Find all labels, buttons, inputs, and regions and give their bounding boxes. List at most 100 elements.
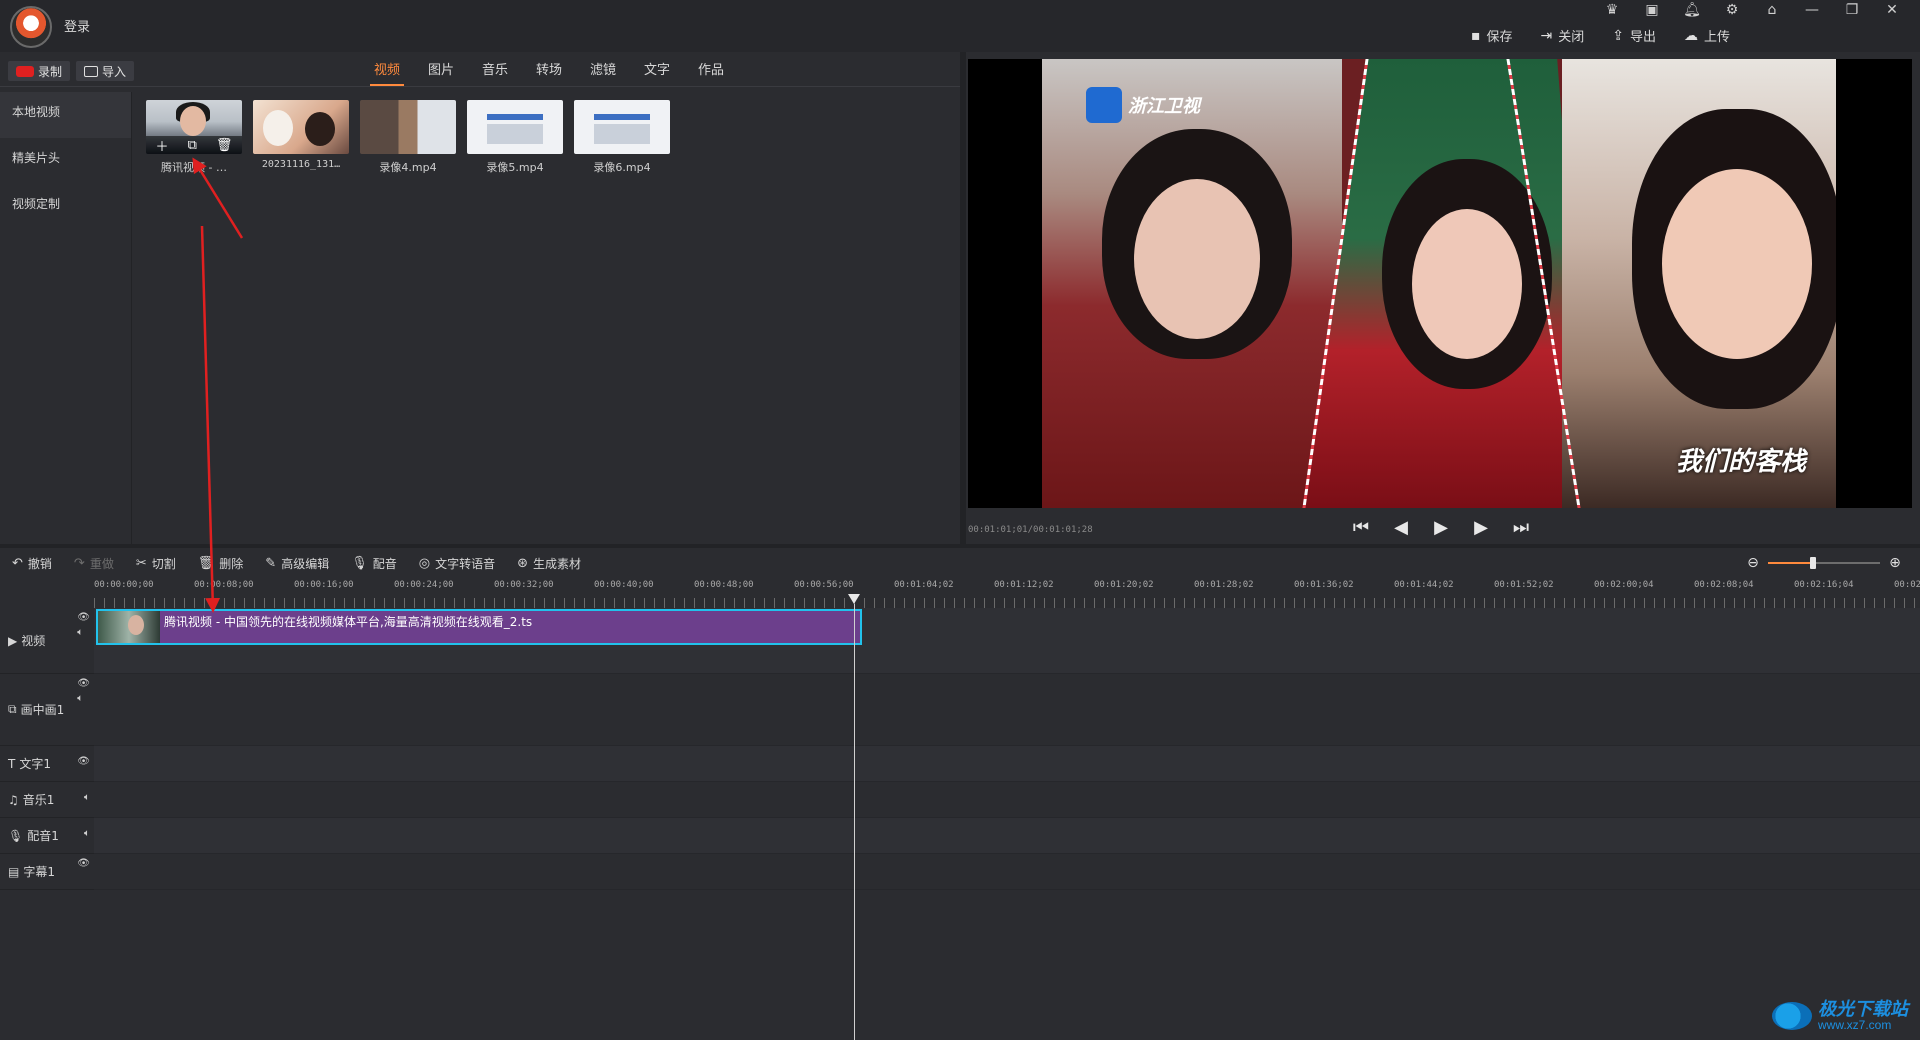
ruler-tick-label: 00:01:28;02 [1194, 580, 1254, 590]
track-head-subtitle: ▤ 字幕1 👁︎ [0, 854, 94, 890]
tab-transition[interactable]: 转场 [522, 56, 576, 86]
text-to-speech-button[interactable]: ◎ 文字转语音 [419, 555, 495, 572]
skip-to-end-icon[interactable]: ⏭ [1510, 516, 1532, 538]
restore-icon[interactable]: ❐ [1832, 0, 1872, 20]
eye-icon[interactable]: 👁︎ [77, 612, 90, 623]
undo-icon: ↶ [12, 555, 23, 571]
eye-icon[interactable]: 👁︎ [77, 678, 90, 689]
ruler-ticks [94, 598, 1920, 608]
zoom-in-icon[interactable]: ⊕ [1888, 556, 1902, 570]
watermark-logo-icon [1772, 1002, 1812, 1031]
media-label: 腾讯视频 - … [161, 161, 227, 174]
voiceover-button[interactable]: 🎙︎ 配音 [351, 555, 397, 572]
timeline-zoom: ⊖ ⊕ [1746, 556, 1902, 570]
video-preview: 浙江卫视 我们的客栈 [968, 59, 1912, 508]
voiceover-track-lane[interactable] [94, 818, 1920, 854]
close-icon[interactable]: ✕ [1872, 0, 1912, 20]
eye-icon[interactable]: 👁︎ [77, 858, 90, 869]
zoom-out-icon[interactable]: ⊖ [1746, 556, 1760, 570]
media-thumbnail: ＋ ⧉ 🗑︎ [146, 100, 242, 154]
skip-to-start-icon[interactable]: ⏮ [1350, 516, 1372, 538]
save-button[interactable]: ▪ 保存 [1471, 26, 1513, 46]
media-item[interactable]: 录像6.mp4 [574, 100, 670, 175]
bell-icon[interactable]: 🔔︎ [1672, 0, 1712, 20]
upload-button[interactable]: ☁ 上传 [1684, 26, 1730, 46]
microphone-icon: 🎙︎ [351, 555, 368, 571]
record-button[interactable]: 录制 [8, 61, 71, 81]
eye-icon[interactable]: 👁︎ [77, 756, 90, 767]
media-tabs: 视频 图片 音乐 转场 滤镜 文字 作品 [360, 56, 738, 86]
ruler-tick-label: 00:01:52;02 [1494, 580, 1554, 590]
step-back-icon[interactable]: ◀ [1390, 516, 1412, 538]
timeline-ruler[interactable]: 00:00:00;00 00:00:08;00 00:00:16;00 00:00:2… [94, 578, 1920, 608]
text-track-lane[interactable] [94, 746, 1920, 782]
speaker-icon[interactable]: 🔈︎ [77, 627, 90, 638]
ruler-tick-label: 00:01:36;02 [1294, 580, 1354, 590]
tab-works[interactable]: 作品 [684, 56, 738, 86]
player-icon[interactable]: ▣ [1632, 0, 1672, 20]
close-project-label: 关闭 [1558, 30, 1585, 45]
play-icon[interactable]: ▶ [1430, 516, 1452, 538]
advanced-edit-button[interactable]: ✎ 高级编辑 [265, 555, 329, 572]
ruler-tick-label: 00:00:56;00 [794, 580, 854, 590]
sidebar: 本地视频 精美片头 视频定制 [0, 92, 132, 544]
scissors-icon: ✂ [135, 555, 147, 571]
sidebar-item-custom[interactable]: 视频定制 [0, 184, 131, 230]
minimize-icon[interactable]: — [1792, 0, 1832, 20]
zoom-slider-handle[interactable] [1810, 557, 1816, 569]
pip-icon[interactable]: ⧉ [188, 138, 197, 153]
media-label: 录像4.mp4 [379, 161, 437, 174]
music-track-lane[interactable] [94, 782, 1920, 818]
ruler-tick-label: 00:00:40;00 [594, 580, 654, 590]
cut-button[interactable]: ✂ 切割 [136, 555, 176, 572]
media-item[interactable]: ＋ ⧉ 🗑︎ 腾讯视频 - … [146, 100, 242, 175]
media-item[interactable]: 录像4.mp4 [360, 100, 456, 175]
delete-button[interactable]: 🗑︎ 删除 [198, 555, 244, 572]
tab-music[interactable]: 音乐 [468, 56, 522, 86]
import-icon [84, 65, 99, 77]
ruler-tick-label: 00:02:16;04 [1794, 580, 1854, 590]
undo-button[interactable]: ↶ 撤销 [12, 555, 52, 572]
tab-image[interactable]: 图片 [414, 56, 468, 86]
tab-video[interactable]: 视频 [360, 56, 414, 86]
add-to-timeline-icon[interactable]: ＋ [156, 136, 169, 155]
media-item[interactable]: 20231116_131… [253, 100, 349, 175]
speaker-icon[interactable]: 🔈︎ [84, 828, 90, 839]
media-item[interactable]: 录像5.mp4 [467, 100, 563, 175]
redo-button[interactable]: ↷ 重做 [74, 555, 114, 572]
zoom-slider[interactable] [1768, 557, 1880, 569]
subtitle-track-lane[interactable] [94, 854, 1920, 890]
tts-icon: ◎ [418, 555, 431, 571]
delete-icon[interactable]: 🗑︎ [216, 138, 233, 153]
gear-icon[interactable]: ⚙ [1712, 0, 1752, 20]
track-head-text: T 文字1 👁︎ [0, 746, 94, 782]
export-button[interactable]: ⇪ 导出 [1612, 26, 1656, 46]
speaker-icon[interactable]: 🔈︎ [77, 693, 90, 704]
track-head-voiceover: 🎙︎ 配音1 🔈︎ [0, 818, 94, 854]
redo-icon: ↷ [73, 555, 85, 571]
step-forward-icon[interactable]: ▶ [1470, 516, 1492, 538]
panel-splitter[interactable] [960, 52, 966, 544]
close-project-button[interactable]: ⇥ 关闭 [1540, 26, 1585, 46]
video-track-icon: ▶ [8, 633, 18, 648]
preview-timecode: 00:01:01;01/00:01:01;28 [968, 525, 1093, 535]
ruler-tick-label: 00:02:00;04 [1594, 580, 1654, 590]
player-controls: ⏮ ◀ ▶ ▶ ⏭ [1350, 516, 1532, 538]
media-thumbnail [574, 100, 670, 154]
home-icon[interactable]: ⌂ [1752, 0, 1792, 20]
video-clip[interactable]: 腾讯视频 - 中国领先的在线视频媒体平台,海量高清视频在线观看_2.ts [96, 609, 862, 645]
generate-material-button[interactable]: ⊛ 生成素材 [517, 555, 581, 572]
record-import-bar: 录制 导入 [8, 61, 135, 81]
tab-filter[interactable]: 滤镜 [576, 56, 630, 86]
speaker-icon[interactable]: 🔈︎ [84, 792, 90, 803]
sidebar-item-intro[interactable]: 精美片头 [0, 138, 131, 184]
sidebar-item-local-video[interactable]: 本地视频 [0, 92, 131, 138]
playhead-handle[interactable] [848, 594, 860, 604]
login-link[interactable]: 登录 [64, 16, 90, 35]
crown-icon[interactable]: ♛ [1592, 0, 1632, 20]
import-button[interactable]: 导入 [76, 61, 135, 81]
save-label: 保存 [1486, 30, 1513, 45]
channel-logo-icon [1086, 87, 1122, 123]
tab-text[interactable]: 文字 [630, 56, 684, 86]
pip-track-lane[interactable] [94, 674, 1920, 746]
